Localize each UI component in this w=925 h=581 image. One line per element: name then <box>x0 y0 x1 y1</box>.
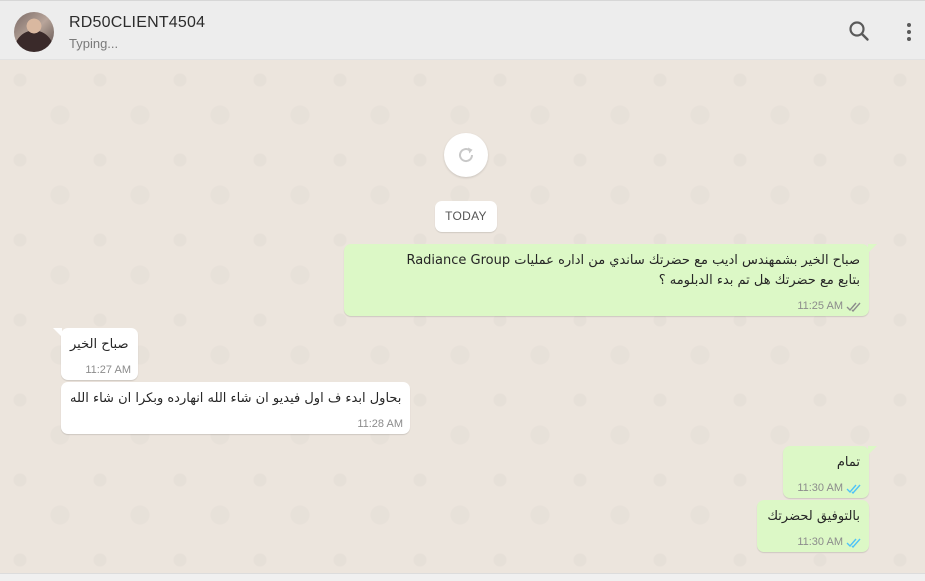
more-vertical-icon[interactable] <box>897 19 921 43</box>
bubble-tail <box>868 446 877 455</box>
message-time: 11:27 AM <box>85 364 131 376</box>
message-bubble-outgoing[interactable]: تمام 11:30 AM <box>783 446 877 498</box>
message-meta: 11:30 AM <box>797 482 862 494</box>
message-time: 11:30 AM <box>797 536 843 548</box>
message-text: صباح الخير <box>70 337 129 352</box>
contact-avatar[interactable] <box>14 12 54 52</box>
message-text: تمام <box>836 455 860 470</box>
message-bubble-outgoing[interactable]: بالتوفيق لحضرتك 11:30 AM <box>757 500 869 552</box>
message-meta: 11:28 AM <box>357 418 403 430</box>
message-text: صباح الخير بشمهندس اديب مع حضرتك ساندي م… <box>406 253 860 268</box>
message-bubble-outgoing[interactable]: صباح الخير بشمهندس اديب مع حضرتك ساندي م… <box>344 244 877 316</box>
message-text: بتابع مع حضرتك هل تم بدء الدبلومه ؟ <box>658 273 860 288</box>
bubble-tail <box>53 328 62 337</box>
double-check-icon <box>846 302 861 312</box>
load-earlier-button[interactable] <box>444 133 488 177</box>
message-meta: 11:30 AM <box>797 536 862 548</box>
message-bubble-incoming[interactable]: صباح الخير 11:27 AM <box>53 328 138 380</box>
bubble-tail <box>868 244 877 253</box>
message-text: بحاول ابدء ف اول فيديو ان شاء الله انهار… <box>70 391 402 406</box>
message-list[interactable]: TODAY صباح الخير بشمهندس اديب مع حضرتك س… <box>0 60 925 573</box>
composer-edge <box>0 573 925 581</box>
read-double-check-icon <box>846 538 861 548</box>
message-time: 11:28 AM <box>357 418 403 430</box>
refresh-icon <box>459 147 474 163</box>
message-meta: 11:25 AM <box>797 300 862 312</box>
message-text: بالتوفيق لحضرتك <box>767 509 860 524</box>
message-bubble-incoming[interactable]: بحاول ابدء ف اول فيديو ان شاء الله انهار… <box>61 382 410 434</box>
contact-name[interactable]: RD50CLIENT4504 <box>69 14 205 32</box>
message-time: 11:25 AM <box>797 300 843 312</box>
date-separator: TODAY <box>435 201 497 232</box>
message-time: 11:30 AM <box>797 482 843 494</box>
message-meta: 11:27 AM <box>85 364 131 376</box>
typing-status: Typing... <box>69 36 119 51</box>
read-double-check-icon <box>846 484 861 494</box>
search-icon[interactable] <box>847 19 871 43</box>
chat-header: RD50CLIENT4504 Typing... <box>0 0 925 60</box>
